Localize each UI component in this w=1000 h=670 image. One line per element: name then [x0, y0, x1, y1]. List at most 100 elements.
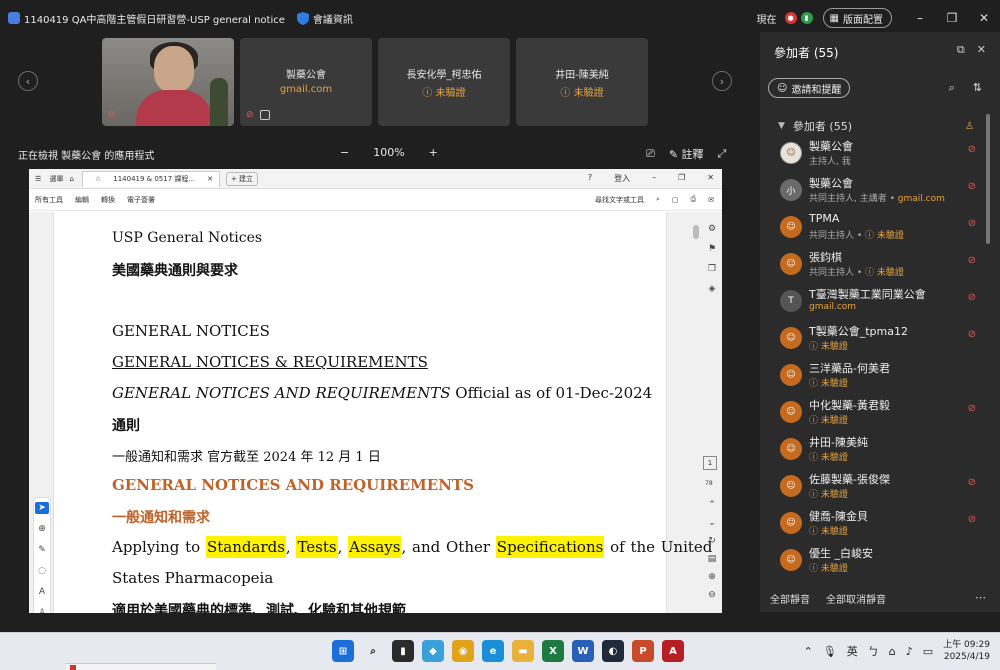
excel-icon[interactable]: X	[542, 640, 564, 662]
settings-icon[interactable]: ⚙	[708, 224, 716, 234]
participant-item[interactable]: ☺ 製藥公會 主持人, 我 ⊘	[780, 138, 976, 175]
doc-home-icon[interactable]: ⌂	[70, 175, 74, 183]
minimize-button[interactable]: –	[904, 11, 936, 25]
doc-scroll-thumb[interactable]	[693, 225, 699, 239]
save-icon[interactable]: ▢	[672, 196, 679, 204]
participant-item[interactable]: ☺ 張鈞棋 共同主持人 • ⓘ 未驗證 ⊘	[780, 249, 976, 286]
system-clock[interactable]: 上午 09:29 2025/4/19	[943, 639, 990, 663]
close-panel-icon[interactable]: ✕	[977, 43, 986, 57]
page-number-input[interactable]: 1	[703, 456, 717, 470]
layers-icon[interactable]: ◈	[709, 284, 716, 294]
participant-item[interactable]: 小 製藥公會 共同主持人, 主講者 • gmail.com ⊘	[780, 175, 976, 212]
zoom-in-button[interactable]: +	[429, 146, 438, 159]
mic-muted-icon[interactable]: ⊘	[968, 514, 976, 525]
help-icon[interactable]: ?	[588, 173, 592, 184]
select-tool-icon[interactable]: ➤	[35, 502, 49, 514]
participant-item[interactable]: ☺ 佐藤製藥-張俊傑 ⓘ 未驗證 ⊘	[780, 471, 976, 508]
mic-muted-icon[interactable]: ⊘	[968, 403, 976, 414]
connection-indicator-icon[interactable]: ▮	[800, 12, 813, 24]
video-prev-arrow-icon[interactable]: ‹	[18, 71, 38, 91]
participant-item[interactable]: ☺ 中化製藥-黃君毅 ⓘ 未驗證 ⊘	[780, 397, 976, 434]
video-next-arrow-icon[interactable]: ›	[712, 71, 732, 91]
volume-icon[interactable]: ♪	[906, 645, 913, 658]
text-tool-icon[interactable]: A	[35, 586, 49, 598]
input-mode-icon[interactable]: ㄅ	[868, 643, 879, 659]
task-view-icon[interactable]: ▮	[392, 640, 414, 662]
zoom-in-icon[interactable]: ⊕	[708, 572, 716, 582]
doc-scrollbar[interactable]	[693, 217, 699, 613]
comment-tool-icon[interactable]: ⊕	[35, 523, 49, 535]
mute-all-button[interactable]: 全部靜音	[770, 591, 810, 606]
shared-document-window[interactable]: ☰ 選單 ⌂ ☆ 1140419 & 0517 課程... ✕ + 建立 ? 登…	[29, 169, 722, 613]
fullscreen-icon[interactable]: ⤢	[718, 147, 727, 161]
search-icon[interactable]: ⌕	[362, 640, 384, 662]
powerpoint-icon[interactable]: P	[632, 640, 654, 662]
search-icon[interactable]: ⌕	[949, 81, 955, 95]
panel-scrollbar[interactable]	[986, 114, 990, 244]
copilot-icon[interactable]: ◆	[422, 640, 444, 662]
sort-icon[interactable]: ⇅	[973, 81, 982, 95]
doc-info-icon[interactable]: ▤	[708, 554, 717, 564]
ime-indicator[interactable]: 英	[847, 643, 858, 659]
search-tools-input[interactable]: 尋找文字或工具	[595, 195, 644, 205]
mic-muted-icon[interactable]: ⊘	[968, 292, 976, 303]
popout-icon[interactable]: ⧉	[957, 43, 965, 57]
page-up-icon[interactable]: ⌃	[708, 500, 716, 510]
shield-icon[interactable]	[296, 11, 309, 25]
record-indicator-icon[interactable]: ●	[784, 12, 797, 24]
restore-button[interactable]: ❐	[936, 11, 968, 25]
new-tab-button[interactable]: + 建立	[225, 171, 259, 186]
participant-item[interactable]: ☺ 優生 _白峻安 ⓘ 未驗證	[780, 545, 976, 582]
webex-icon[interactable]: ◐	[602, 640, 624, 662]
page-down-icon[interactable]: ⌄	[708, 518, 716, 528]
bookmark-icon[interactable]: ⚑	[708, 244, 716, 254]
menu-edit[interactable]: 編輯	[75, 195, 89, 205]
participant-item[interactable]: T T臺灣製藥工業同業公會 gmail.com ⊘	[780, 286, 976, 323]
menu-esign[interactable]: 電子簽署	[127, 195, 155, 205]
mic-muted-icon[interactable]: ⊘	[968, 329, 976, 340]
word-icon[interactable]: W	[572, 640, 594, 662]
participant-item[interactable]: ☺ T製藥公會_tpma12 ⓘ 未驗證 ⊘	[780, 323, 976, 360]
meeting-info-link[interactable]: 會議資訊	[313, 11, 353, 26]
participants-group-header[interactable]: ▼ 參加者 (55) ♙	[778, 118, 974, 134]
close-window-button[interactable]: ✕	[968, 11, 1000, 25]
layout-button[interactable]: ▦ 版面配置	[822, 8, 892, 28]
participant-item[interactable]: ☺ TPMA 共同主持人 • ⓘ 未驗證 ⊘	[780, 212, 976, 249]
mic-muted-icon[interactable]: ⊘	[968, 255, 976, 266]
unmute-all-button[interactable]: 全部取消靜音	[826, 591, 886, 606]
mic-muted-icon[interactable]: ⊘	[968, 477, 976, 488]
more-options-icon[interactable]: ⋯	[975, 591, 986, 604]
doc-minimize-button[interactable]: –	[652, 173, 656, 184]
remote-control-icon[interactable]: ⎚	[646, 147, 655, 161]
doc-tab[interactable]: ☆ 1140419 & 0517 課程... ✕	[81, 170, 220, 187]
menu-all-tools[interactable]: 所有工具	[35, 195, 63, 205]
sign-in-link[interactable]: 登入	[614, 173, 630, 184]
pages-icon[interactable]: ❐	[708, 264, 716, 274]
annotate-button[interactable]: ✎ 註釋	[669, 146, 704, 162]
video-tile-2[interactable]: 製藥公會 gmail.com ⊘	[240, 38, 372, 126]
battery-icon[interactable]: ▭	[923, 645, 933, 658]
doc-viewer[interactable]: USP General Notices 美國藥典通則與要求 GENERAL NO…	[29, 212, 722, 613]
video-tile-3[interactable]: 長安化學_柯忠佑 ⓘ 未驗證	[378, 38, 510, 126]
stamp-tool-icon[interactable]: ♙	[35, 607, 49, 613]
participant-item[interactable]: ☺ 井田-陳美純 ⓘ 未驗證	[780, 434, 976, 471]
close-tab-icon[interactable]: ✕	[207, 175, 213, 183]
chrome-icon[interactable]: ◉	[452, 640, 474, 662]
start-menu-icon[interactable]: ⊞	[332, 640, 354, 662]
mic-muted-icon[interactable]: ⊘	[968, 144, 976, 155]
file-explorer-icon[interactable]: ▬	[512, 640, 534, 662]
menu-convert[interactable]: 轉換	[101, 195, 115, 205]
video-tile-4[interactable]: 井田-陳美純 ⓘ 未驗證	[516, 38, 648, 126]
zoom-out-icon[interactable]: ⊖	[708, 590, 716, 600]
participant-item[interactable]: ☺ 三洋藥品-何美君 ⓘ 未驗證	[780, 360, 976, 397]
acrobat-icon[interactable]: A	[662, 640, 684, 662]
pdf-page[interactable]: USP General Notices 美國藥典通則與要求 GENERAL NO…	[53, 212, 712, 613]
zoom-out-button[interactable]: −	[340, 146, 349, 159]
mail-icon[interactable]: ✉	[708, 196, 714, 204]
mic-muted-icon[interactable]: ⊘	[968, 218, 976, 229]
network-icon[interactable]: ⌂	[889, 645, 896, 658]
participant-item[interactable]: ☺ 健喬-陳金貝 ⓘ 未驗證 ⊘	[780, 508, 976, 545]
video-tile-self[interactable]: ⊘	[102, 38, 234, 126]
tray-mic-icon[interactable]: 🎙	[823, 645, 837, 658]
print-icon[interactable]: ⎙	[691, 195, 697, 204]
